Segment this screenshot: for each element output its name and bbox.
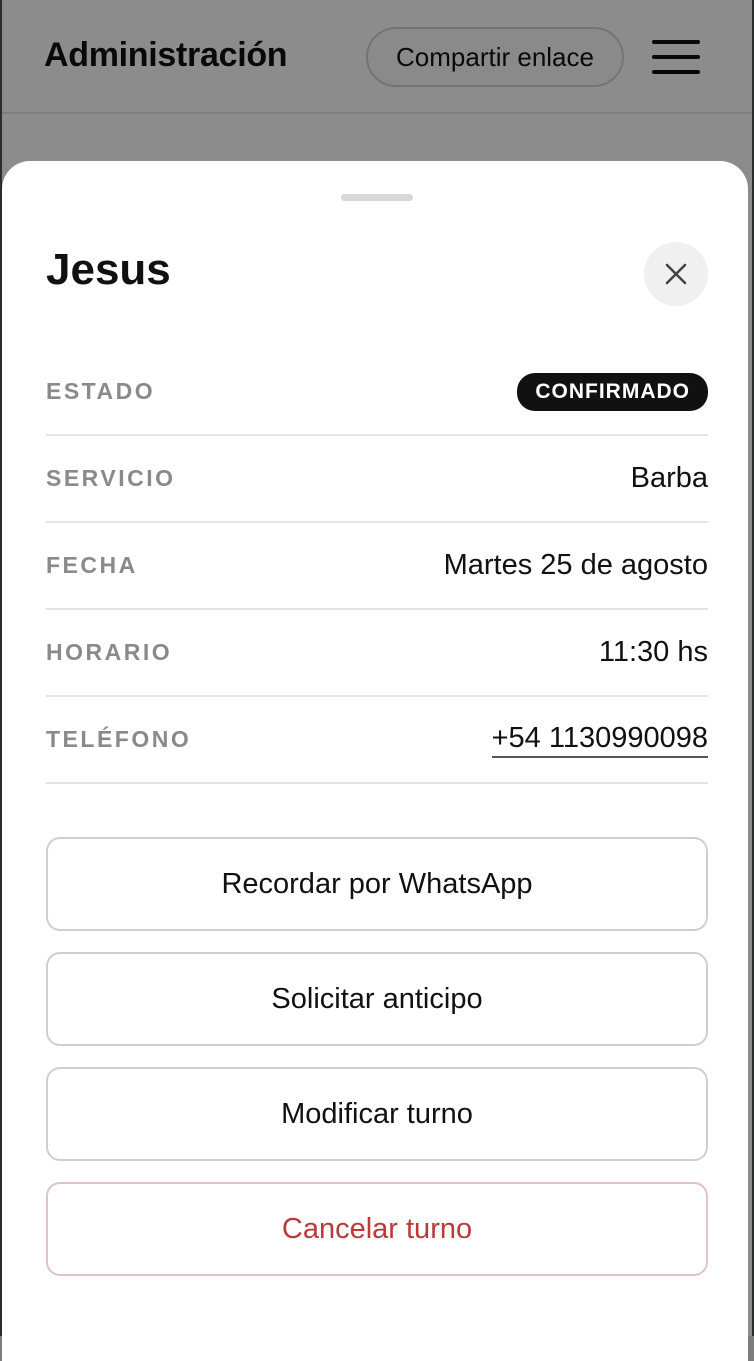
request-deposit-button[interactable]: Solicitar anticipo — [46, 952, 708, 1046]
status-badge: CONFIRMADO — [517, 372, 708, 411]
status-label: ESTADO — [46, 378, 156, 404]
modify-appointment-button[interactable]: Modificar turno — [46, 1067, 708, 1161]
close-button[interactable] — [644, 242, 708, 306]
appointment-bottom-sheet: Jesus ESTADO CONFIRMADO SERVICIO Barba F… — [2, 161, 748, 1361]
detail-row-service: SERVICIO Barba — [46, 436, 708, 523]
time-value: 11:30 hs — [598, 636, 708, 668]
close-icon — [665, 263, 687, 285]
phone-label: TELÉFONO — [46, 726, 192, 752]
detail-row-status: ESTADO CONFIRMADO — [46, 349, 708, 436]
service-label: SERVICIO — [46, 465, 176, 491]
client-name: Jesus — [46, 245, 171, 294]
whatsapp-reminder-button[interactable]: Recordar por WhatsApp — [46, 837, 708, 931]
appointment-details: ESTADO CONFIRMADO SERVICIO Barba FECHA M… — [46, 349, 708, 784]
service-value: Barba — [630, 462, 708, 494]
detail-row-date: FECHA Martes 25 de agosto — [46, 523, 708, 610]
drag-handle[interactable] — [341, 194, 413, 201]
date-label: FECHA — [46, 552, 138, 578]
date-value: Martes 25 de agosto — [443, 549, 708, 581]
detail-row-phone: TELÉFONO +54 1130990098 — [46, 697, 708, 784]
cancel-appointment-button[interactable]: Cancelar turno — [46, 1182, 708, 1276]
detail-row-time: HORARIO 11:30 hs — [46, 610, 708, 697]
action-buttons: Recordar por WhatsApp Solicitar anticipo… — [46, 837, 708, 1297]
phone-link[interactable]: +54 1130990098 — [491, 722, 708, 758]
time-label: HORARIO — [46, 639, 173, 665]
